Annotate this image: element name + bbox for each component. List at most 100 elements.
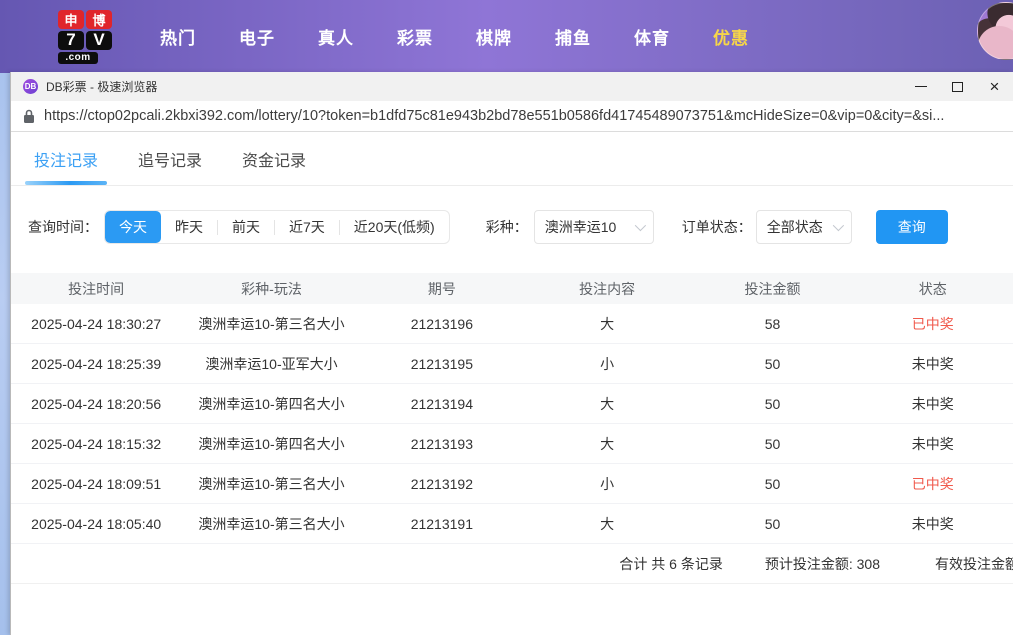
- nav-item-cards[interactable]: 棋牌: [476, 24, 512, 49]
- site-nav: 热门 电子 真人 彩票 棋牌 捕鱼 体育 优惠: [160, 24, 749, 49]
- lottery-type-value: 澳洲幸运10: [545, 217, 617, 237]
- tab-chase-records[interactable]: 追号记录: [138, 132, 202, 185]
- nav-item-lottery[interactable]: 彩票: [397, 24, 433, 49]
- bet-amount: 58: [692, 316, 852, 332]
- status-badge: 未中奖: [853, 514, 1013, 534]
- filter-row: 查询时间： 今天 昨天 前天 近7天 近20天(低频) 彩种： 澳洲幸运10 订…: [11, 210, 1013, 244]
- status-badge: 未中奖: [853, 434, 1013, 454]
- bet-time: 2025-04-24 18:30:27: [11, 316, 181, 332]
- status-badge: 已中奖: [853, 474, 1013, 494]
- minimize-button[interactable]: [902, 72, 939, 101]
- bet-amount: 50: [692, 396, 852, 412]
- table-header-row: 投注时间 彩种-玩法 期号 投注内容 投注金额 状态: [11, 273, 1013, 304]
- valid-amount-label: 有效投注金额: [935, 554, 1013, 574]
- time-option-daybefore[interactable]: 前天: [218, 211, 274, 243]
- query-time-label: 查询时间：: [28, 217, 98, 237]
- table-row: 2025-04-24 18:25:39 澳洲幸运10-亚军大小 21213195…: [11, 344, 1013, 384]
- nav-item-promo[interactable]: 优惠: [713, 24, 749, 49]
- tab-bet-records[interactable]: 投注记录: [34, 132, 98, 185]
- bet-issue: 21213194: [362, 396, 522, 412]
- col-header-status: 状态: [853, 279, 1013, 299]
- maximize-button[interactable]: [939, 72, 976, 101]
- minimize-icon: [915, 86, 927, 87]
- logo-tile-shen: 申: [58, 10, 84, 29]
- table-row: 2025-04-24 18:20:56 澳洲幸运10-第四名大小 2121319…: [11, 384, 1013, 424]
- nav-item-slots[interactable]: 电子: [239, 24, 275, 49]
- nav-item-live[interactable]: 真人: [318, 24, 354, 49]
- time-range-group: 今天 昨天 前天 近7天 近20天(低频): [104, 210, 450, 244]
- bet-time: 2025-04-24 18:25:39: [11, 356, 181, 372]
- bet-game: 澳洲幸运10-第四名大小: [181, 394, 361, 414]
- chevron-down-icon: [832, 220, 843, 231]
- nav-item-sports[interactable]: 体育: [634, 24, 670, 49]
- browser-popup-window: DB DB彩票 - 极速浏览器 × https://ctop02pcali.2k…: [10, 72, 1013, 635]
- table-row: 2025-04-24 18:30:27 澳洲幸运10-第三名大小 2121319…: [11, 304, 1013, 344]
- bet-content: 大: [522, 434, 692, 454]
- bet-time: 2025-04-24 18:15:32: [11, 436, 181, 452]
- maximize-icon: [952, 82, 963, 92]
- table-row: 2025-04-24 18:05:40 澳洲幸运10-第三名大小 2121319…: [11, 504, 1013, 544]
- order-status-label: 订单状态：: [682, 217, 752, 237]
- total-records-label: 合计 共 6 条记录: [619, 554, 722, 574]
- bet-issue: 21213193: [362, 436, 522, 452]
- expected-amount-label: 预计投注金额: 308: [765, 554, 880, 574]
- col-header-game: 彩种-玩法: [181, 279, 361, 299]
- record-tabs: 投注记录 追号记录 资金记录: [11, 132, 1013, 186]
- time-option-yesterday[interactable]: 昨天: [161, 211, 217, 243]
- bet-content: 大: [522, 314, 692, 334]
- time-option-7days[interactable]: 近7天: [275, 211, 339, 243]
- logo-tile-bo: 博: [86, 10, 112, 29]
- bet-game: 澳洲幸运10-第四名大小: [181, 434, 361, 454]
- bet-amount: 50: [692, 516, 852, 532]
- close-button[interactable]: ×: [976, 72, 1013, 101]
- bet-content: 大: [522, 394, 692, 414]
- nav-item-hot[interactable]: 热门: [160, 24, 196, 49]
- bet-amount: 50: [692, 476, 852, 492]
- col-header-issue: 期号: [362, 279, 522, 299]
- col-header-time: 投注时间: [11, 279, 181, 299]
- bet-issue: 21213192: [362, 476, 522, 492]
- page-content: 投注记录 追号记录 资金记录 查询时间： 今天 昨天 前天 近7天 近20天(低…: [11, 132, 1013, 635]
- table-row: 2025-04-24 18:15:32 澳洲幸运10-第四名大小 2121319…: [11, 424, 1013, 464]
- lock-icon: [23, 109, 35, 124]
- bet-game: 澳洲幸运10-第三名大小: [181, 474, 361, 494]
- tab-fund-records[interactable]: 资金记录: [242, 132, 306, 185]
- status-badge: 已中奖: [853, 314, 1013, 334]
- search-button[interactable]: 查询: [876, 210, 948, 244]
- site-banner: 申 博 7 V .com 热门 电子 真人 彩票 棋牌 捕鱼 体育 优惠: [0, 0, 1013, 73]
- col-header-amount: 投注金额: [692, 279, 852, 299]
- bet-game: 澳洲幸运10-第三名大小: [181, 314, 361, 334]
- bet-issue: 21213195: [362, 356, 522, 372]
- order-status-value: 全部状态: [767, 217, 823, 237]
- nav-item-fishing[interactable]: 捕鱼: [555, 24, 591, 49]
- bet-amount: 50: [692, 356, 852, 372]
- status-badge: 未中奖: [853, 394, 1013, 414]
- bet-content: 小: [522, 354, 692, 374]
- order-status-select[interactable]: 全部状态: [756, 210, 852, 244]
- url-text[interactable]: https://ctop02pcali.2kbxi392.com/lottery…: [44, 108, 944, 124]
- url-bar[interactable]: https://ctop02pcali.2kbxi392.com/lottery…: [11, 101, 1013, 132]
- window-title: DB彩票 - 极速浏览器: [46, 78, 157, 95]
- bet-issue: 21213191: [362, 516, 522, 532]
- bet-game: 澳洲幸运10-亚军大小: [181, 354, 361, 374]
- bet-time: 2025-04-24 18:05:40: [11, 516, 181, 532]
- bet-content: 小: [522, 474, 692, 494]
- table-row: 2025-04-24 18:09:51 澳洲幸运10-第三名大小 2121319…: [11, 464, 1013, 504]
- bet-time: 2025-04-24 18:09:51: [11, 476, 181, 492]
- db-favicon-icon: DB: [23, 79, 38, 94]
- time-option-20days[interactable]: 近20天(低频): [340, 211, 449, 243]
- time-option-today[interactable]: 今天: [105, 211, 161, 243]
- user-avatar[interactable]: [977, 2, 1013, 60]
- table-footer: 合计 共 6 条记录 预计投注金额: 308 有效投注金额: [11, 544, 1013, 584]
- site-logo[interactable]: 申 博 7 V .com: [58, 10, 114, 64]
- status-badge: 未中奖: [853, 354, 1013, 374]
- logo-com: .com: [58, 52, 98, 64]
- bet-amount: 50: [692, 436, 852, 452]
- background-page-strip: [0, 73, 10, 635]
- lottery-type-select[interactable]: 澳洲幸运10: [534, 210, 654, 244]
- col-header-content: 投注内容: [522, 279, 692, 299]
- bet-game: 澳洲幸运10-第三名大小: [181, 514, 361, 534]
- bet-content: 大: [522, 514, 692, 534]
- bet-records-table: 投注时间 彩种-玩法 期号 投注内容 投注金额 状态 2025-04-24 18…: [11, 273, 1013, 584]
- logo-tile-7: 7: [58, 31, 84, 50]
